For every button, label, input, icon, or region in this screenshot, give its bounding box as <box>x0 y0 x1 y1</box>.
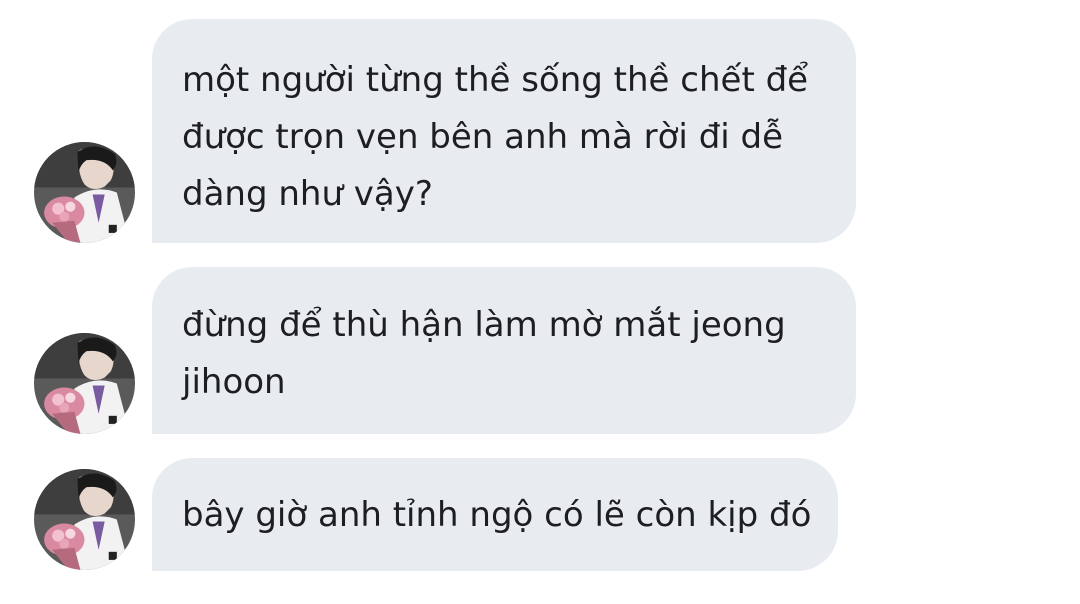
message-text: bây giờ anh tỉnh ngộ có lẽ còn kịp đó <box>182 495 812 535</box>
profile-photo-icon <box>34 469 135 570</box>
avatar[interactable] <box>34 333 135 434</box>
chat-thread: một người từng thề sống thề chết để được… <box>0 0 1080 604</box>
message-bubble[interactable]: một người từng thề sống thề chết để được… <box>152 19 856 243</box>
message-text: một người từng thề sống thề chết để <box>182 60 809 100</box>
message-text: dàng như vậy? <box>182 174 433 214</box>
avatar[interactable] <box>34 142 135 243</box>
message-text: được trọn vẹn bên anh mà rời đi dễ <box>182 117 784 157</box>
message-text: đừng để thù hận làm mờ mắt jeong <box>182 305 786 345</box>
message-bubble[interactable]: bây giờ anh tỉnh ngộ có lẽ còn kịp đó <box>152 458 838 571</box>
message-bubble[interactable]: đừng để thù hận làm mờ mắt jeong jihoon <box>152 267 856 434</box>
message-text: jihoon <box>182 362 286 402</box>
avatar[interactable] <box>34 469 135 570</box>
profile-photo-icon <box>34 142 135 243</box>
profile-photo-icon <box>34 333 135 434</box>
